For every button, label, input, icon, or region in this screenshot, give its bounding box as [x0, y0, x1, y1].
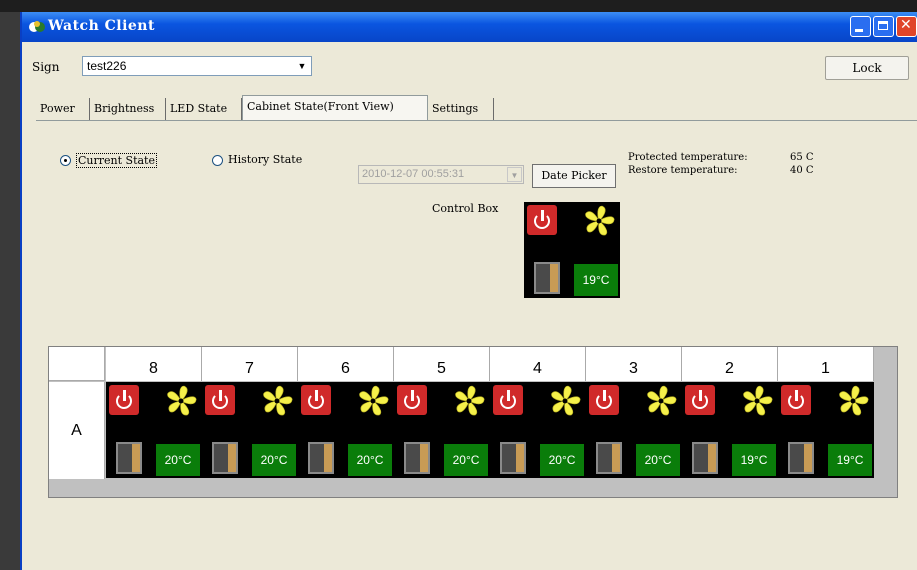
fan-icon	[839, 385, 869, 416]
cabinet-cell-6[interactable]: 20°C	[298, 382, 394, 478]
door-icon	[308, 442, 334, 474]
cabinet-cell-1[interactable]: 19°C	[778, 382, 874, 478]
cabinet-cell-3[interactable]: 20°C	[586, 382, 682, 478]
fan-icon	[647, 385, 677, 416]
sign-select[interactable]: test226 ▼	[82, 56, 312, 76]
control-box-label: Control Box	[432, 202, 499, 215]
power-icon	[589, 385, 619, 415]
temperature-badge: 19°C	[574, 264, 618, 296]
temperature-badge: 20°C	[156, 444, 200, 476]
tab-led-state[interactable]: LED State	[166, 98, 242, 120]
close-button[interactable]	[896, 16, 917, 37]
protected-temperature-value: 65 C	[790, 152, 814, 163]
column-header-3: 3	[586, 347, 682, 381]
cabinet-cell-7[interactable]: 20°C	[202, 382, 298, 478]
window-title: Watch Client	[48, 18, 155, 34]
sign-label: Sign	[32, 60, 60, 74]
cabinet-cell-5[interactable]: 20°C	[394, 382, 490, 478]
door-icon	[404, 442, 430, 474]
column-header-1: 1	[778, 347, 874, 381]
date-picker-button[interactable]: Date Picker	[532, 164, 616, 188]
column-header-5: 5	[394, 347, 490, 381]
column-header-7: 7	[202, 347, 298, 381]
dropdown-arrow-icon[interactable]: ▼	[294, 58, 310, 74]
cabinet-cell-2[interactable]: 19°C	[682, 382, 778, 478]
temperature-badge: 20°C	[636, 444, 680, 476]
fan-icon	[359, 385, 389, 416]
cabinet-grid: A 8 20°C 7 20°C 6 20°C 5 20°C 4 20°C 3 20°C 2 19°C 1 19…	[48, 346, 898, 498]
history-datetime-value: 2010-12-07 00:55:31	[362, 168, 465, 180]
sign-select-value: test226	[87, 59, 127, 73]
title-bar[interactable]: Watch Client	[22, 12, 917, 42]
column-header-2: 2	[682, 347, 778, 381]
fan-icon	[167, 385, 197, 416]
lock-button[interactable]: Lock	[825, 56, 909, 80]
row-header-a: A	[49, 382, 105, 479]
history-state-radio[interactable]	[212, 155, 223, 166]
door-icon	[788, 442, 814, 474]
desktop-border	[0, 0, 917, 12]
power-icon	[109, 385, 139, 415]
door-icon	[534, 262, 560, 294]
cabinet-cell-8[interactable]: 20°C	[106, 382, 202, 478]
power-icon	[493, 385, 523, 415]
history-datetime-field[interactable]: 2010-12-07 00:55:31 ▼	[358, 165, 524, 184]
door-icon	[116, 442, 142, 474]
minimize-button[interactable]	[850, 16, 871, 37]
fan-icon	[263, 385, 293, 416]
power-icon	[781, 385, 811, 415]
protected-temperature-label: Protected temperature:	[628, 152, 748, 163]
temperature-badge: 19°C	[828, 444, 872, 476]
cabinet-cell-4[interactable]: 20°C	[490, 382, 586, 478]
power-icon	[527, 205, 557, 235]
current-state-label[interactable]: Current State	[76, 153, 157, 168]
fan-icon	[743, 385, 773, 416]
tab-brightness[interactable]: Brightness	[90, 98, 166, 120]
restore-temperature-value: 40 C	[790, 165, 814, 176]
fan-icon	[551, 385, 581, 416]
power-icon	[397, 385, 427, 415]
door-icon	[500, 442, 526, 474]
temperature-badge: 20°C	[444, 444, 488, 476]
grid-corner	[49, 347, 105, 381]
restore-temperature-label: Restore temperature:	[628, 165, 738, 176]
temperature-badge: 20°C	[348, 444, 392, 476]
power-icon	[205, 385, 235, 415]
tab-power[interactable]: Power	[36, 98, 90, 120]
watch-client-window: Watch Client Sign test226 ▼ Lock Power B…	[20, 12, 917, 570]
tab-settings[interactable]: Settings	[428, 98, 494, 120]
current-state-radio[interactable]	[60, 155, 71, 166]
datetime-dropdown-icon[interactable]: ▼	[507, 167, 522, 182]
maximize-button[interactable]	[873, 16, 894, 37]
door-icon	[596, 442, 622, 474]
door-icon	[692, 442, 718, 474]
temperature-badge: 19°C	[732, 444, 776, 476]
history-state-label[interactable]: History State	[228, 153, 302, 166]
power-icon	[301, 385, 331, 415]
power-icon	[685, 385, 715, 415]
column-header-8: 8	[106, 347, 202, 381]
fan-icon	[455, 385, 485, 416]
control-box-cell[interactable]: 19°C	[524, 202, 620, 298]
fan-icon	[585, 205, 615, 236]
app-icon	[29, 21, 45, 32]
door-icon	[212, 442, 238, 474]
temperature-badge: 20°C	[540, 444, 584, 476]
tab-divider	[36, 120, 917, 121]
column-header-4: 4	[490, 347, 586, 381]
temperature-badge: 20°C	[252, 444, 296, 476]
tab-cabinet-state[interactable]: Cabinet State(Front View)	[242, 95, 428, 121]
column-header-6: 6	[298, 347, 394, 381]
